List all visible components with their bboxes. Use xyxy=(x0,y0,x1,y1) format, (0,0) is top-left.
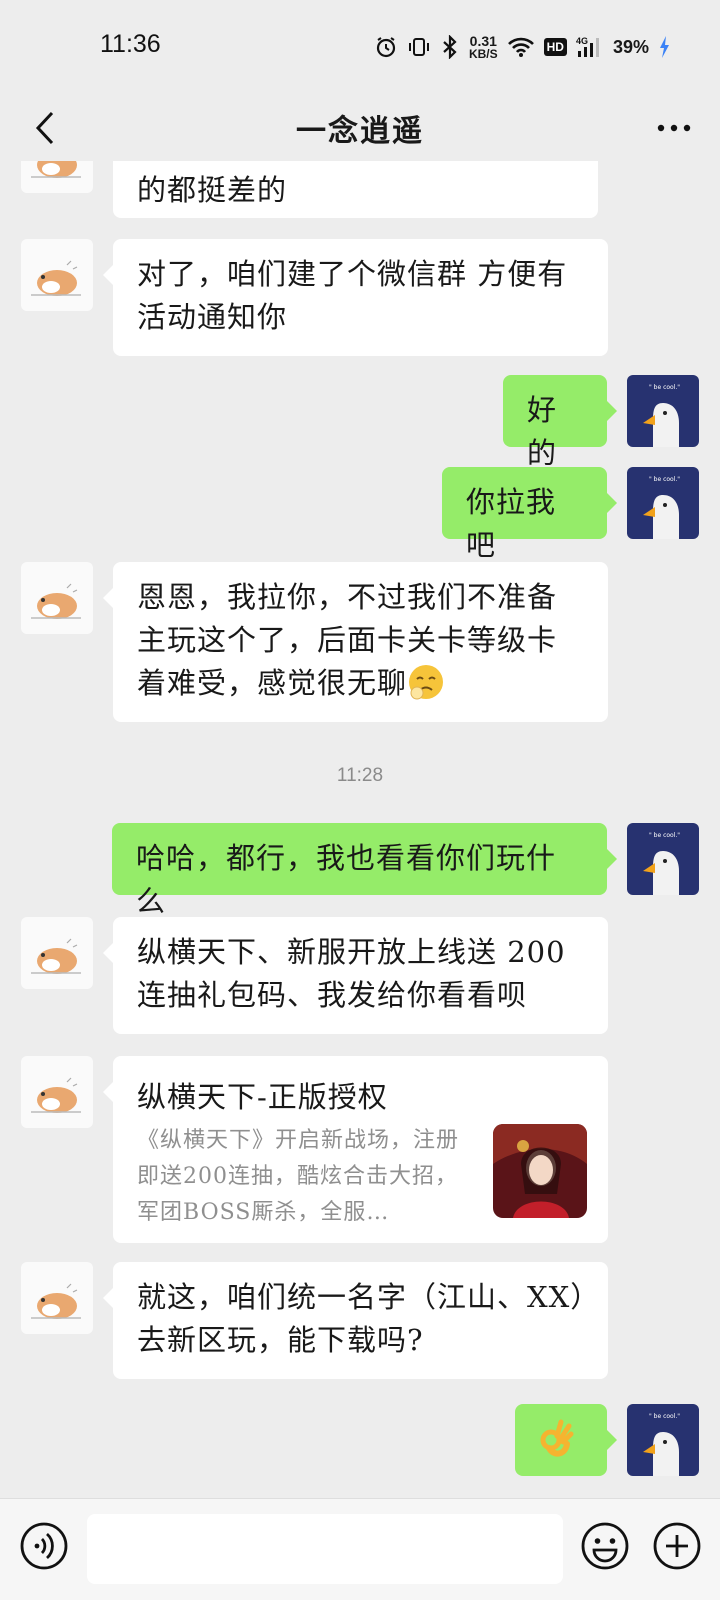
my-avatar[interactable]: " be cool." xyxy=(627,1404,699,1476)
battery-charging-icon xyxy=(660,36,669,58)
my-avatar[interactable]: " be cool." xyxy=(627,375,699,447)
message-text: 纵横天下、新服开放上线送 200 连抽礼包码、我发给你看看呗 xyxy=(137,935,566,1012)
message-text: 你拉我吧 xyxy=(466,485,557,562)
hamster-avatar-icon xyxy=(31,583,81,619)
game-thumbnail-image xyxy=(493,1124,587,1218)
my-avatar[interactable]: " be cool." xyxy=(627,467,699,539)
duck-avatar-icon: " be cool." xyxy=(643,1413,680,1476)
signal-icon: 4G xyxy=(576,36,599,57)
contact-avatar[interactable] xyxy=(21,1262,93,1334)
plus-button[interactable] xyxy=(652,1521,702,1571)
link-card-description: 《纵横天下》开启新战场，注册即送200连抽，酷炫合击大招，军团BOSS厮杀，全服… xyxy=(137,1128,459,1225)
link-card[interactable]: 纵横天下-正版授权 《纵横天下》开启新战场，注册即送200连抽，酷炫合击大招，军… xyxy=(103,1056,608,1243)
contact-avatar[interactable] xyxy=(21,161,93,193)
hamster-avatar-icon xyxy=(31,1077,81,1113)
hamster-avatar-icon xyxy=(31,1283,81,1319)
alarm-icon xyxy=(376,37,396,58)
hamster-avatar-icon xyxy=(31,938,81,974)
contact-avatar[interactable] xyxy=(21,1056,93,1128)
tired-face-emoji xyxy=(409,665,444,700)
message-bubble-outgoing[interactable]: 好的 xyxy=(503,375,617,470)
svg-text:4G: 4G xyxy=(576,36,588,46)
contact-avatar[interactable] xyxy=(21,239,93,311)
chat-area[interactable]: 的都挺差的 对了，咱们建了个微信群 方便有活动通知你 好的 " be cool.… xyxy=(0,161,720,1498)
duck-avatar-icon: " be cool." xyxy=(643,832,680,895)
battery-percent: 39% xyxy=(612,36,649,57)
wifi-icon xyxy=(507,37,534,57)
svg-text:" be cool.": " be cool." xyxy=(649,1413,680,1420)
message-text: 恩恩，我拉你，不过我们不准备主玩这个了，后面卡关卡等级卡着难受，感觉很无聊 xyxy=(137,580,558,700)
message-bubble-incoming[interactable]: 纵横天下、新服开放上线送 200 连抽礼包码、我发给你看看呗 xyxy=(103,917,608,1034)
link-card-title: 纵横天下-正版授权 xyxy=(137,1080,388,1114)
message-text: 的都挺差的 xyxy=(137,173,288,207)
message-input[interactable] xyxy=(87,1514,563,1584)
duck-avatar-icon: " be cool." xyxy=(643,384,680,447)
contact-avatar[interactable] xyxy=(21,917,93,989)
network-speed-value: 0.31 xyxy=(469,33,497,49)
message-text: 对了，咱们建了个微信群 方便有活动通知你 xyxy=(137,257,568,334)
contact-avatar[interactable] xyxy=(21,562,93,634)
hamster-avatar-icon xyxy=(31,161,81,178)
vibrate-icon xyxy=(408,38,429,56)
ok-hand-emoji xyxy=(540,1419,574,1457)
status-time: 11:36 xyxy=(100,30,161,58)
message-text: 就这，咱们统一名字（江山、XX）去新区玩，能下载吗? xyxy=(137,1280,586,1357)
hamster-avatar-icon xyxy=(31,260,81,296)
plus-icon xyxy=(653,1522,701,1570)
message-bubble-incoming[interactable]: 恩恩，我拉你，不过我们不准备主玩这个了，后面卡关卡等级卡着难受，感觉很无聊 xyxy=(103,562,608,722)
hd-badge: HD xyxy=(543,38,567,56)
chat-header: 一念逍遥 xyxy=(0,95,720,161)
voice-button[interactable] xyxy=(19,1521,69,1571)
message-bubble-outgoing[interactable]: 哈哈，都行，我也看看你们玩什么 xyxy=(112,823,617,918)
message-bubble-outgoing[interactable]: 你拉我吧 xyxy=(442,467,617,562)
more-dots-icon xyxy=(657,124,691,132)
svg-text:" be cool.": " be cool." xyxy=(649,384,680,391)
input-bar xyxy=(0,1498,720,1600)
svg-text:" be cool.": " be cool." xyxy=(649,476,680,483)
my-avatar[interactable]: " be cool." xyxy=(627,823,699,895)
message-bubble-incoming[interactable]: 对了，咱们建了个微信群 方便有活动通知你 xyxy=(103,239,608,356)
svg-text:" be cool.": " be cool." xyxy=(649,832,680,839)
status-icons: 0.31 KB/S HD 4G 39% xyxy=(374,30,670,64)
message-text: 好的 xyxy=(527,393,558,470)
more-button[interactable] xyxy=(644,103,704,153)
bluetooth-icon xyxy=(443,35,457,59)
network-speed-unit: KB/S xyxy=(468,47,498,61)
emoji-icon xyxy=(581,1522,629,1570)
message-text: 哈哈，都行，我也看看你们玩什么 xyxy=(136,841,557,918)
voice-icon xyxy=(20,1522,68,1570)
network-speed: 0.31 KB/S xyxy=(469,34,498,60)
emoji-button[interactable] xyxy=(580,1521,630,1571)
message-bubble-incoming[interactable]: 就这，咱们统一名字（江山、XX）去新区玩，能下载吗? xyxy=(103,1262,608,1379)
page-title: 一念逍遥 xyxy=(296,114,424,149)
message-bubble-incoming[interactable]: 的都挺差的 xyxy=(113,161,598,218)
message-bubble-outgoing[interactable] xyxy=(515,1404,617,1476)
duck-avatar-icon: " be cool." xyxy=(643,476,680,539)
link-card-thumbnail xyxy=(493,1124,587,1218)
status-bar: 11:36 0.31 KB/S HD 4G 39% xyxy=(0,0,720,95)
timestamp: 11:28 xyxy=(336,765,384,786)
